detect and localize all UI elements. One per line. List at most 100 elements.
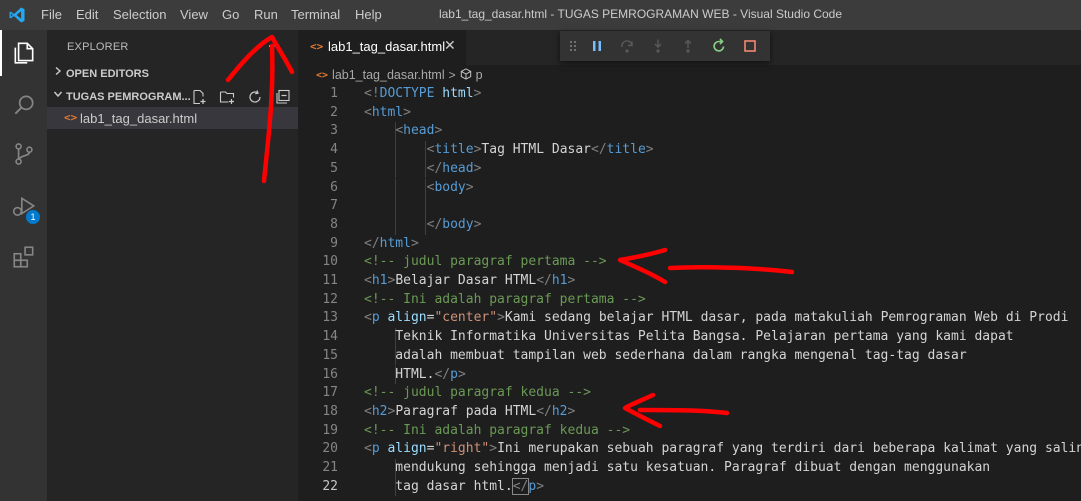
collapse-all-icon[interactable] (272, 87, 294, 107)
code-text: tag dasar html.</p> (364, 477, 545, 495)
code-text: <!DOCTYPE html> (364, 86, 482, 101)
breadcrumb-symbol[interactable]: p (476, 68, 483, 82)
line-number: 8 (330, 216, 338, 232)
line-number: 14 (322, 329, 338, 345)
code-text: <p align="right">Ini merupakan sebuah pa… (364, 441, 1081, 457)
line-number: 7 (330, 198, 338, 214)
debug-toolbar (560, 31, 770, 61)
chevron-down-icon (53, 89, 65, 105)
editor-area: <> lab1_tag_dasar.html ✕ <> lab1_tag_das… (298, 30, 1081, 501)
line-number: 22 (322, 478, 338, 494)
code-line[interactable]: 6 <body> (298, 178, 1081, 198)
line-number: 9 (330, 235, 338, 251)
extensions-icon[interactable] (0, 234, 47, 280)
line-number: 6 (330, 179, 338, 195)
chevron-right-icon (53, 66, 65, 82)
close-icon[interactable]: ✕ (444, 38, 456, 54)
step-into-icon[interactable] (648, 36, 668, 56)
line-number: 18 (322, 403, 338, 419)
code-line[interactable]: 11 <h1>Belajar Dasar HTML</h1> (298, 272, 1081, 291)
code-text: <head> (395, 123, 443, 139)
line-number: 3 (330, 123, 338, 139)
line-number: 12 (322, 291, 338, 307)
workspace-actions (188, 86, 294, 108)
code-line[interactable]: 5 </head> (298, 159, 1081, 179)
code-text: Teknik Informatika Universitas Pelita Ba… (364, 329, 1014, 345)
step-out-icon[interactable] (678, 36, 698, 56)
active-indicator (0, 30, 2, 76)
html-file-icon: <> (310, 40, 324, 53)
code-text: <p align="center">Kami sedang belajar HT… (364, 310, 1069, 326)
search-icon[interactable] (0, 82, 47, 128)
code-line[interactable]: 8 </body> (298, 215, 1081, 235)
code-line[interactable]: 14 Teknik Informatika Universitas Pelita… (298, 328, 1081, 347)
new-folder-icon[interactable] (216, 87, 238, 107)
window-title: lab1_tag_dasar.html - TUGAS PEMROGRAMAN … (438, 7, 843, 21)
code-line[interactable]: 10 <!-- judul paragraf pertama --> (298, 253, 1081, 272)
run-debug-icon[interactable]: 1 (0, 184, 47, 230)
code-text: <body> (426, 179, 474, 195)
indent-guide (395, 197, 396, 216)
explorer-sidebar: EXPLORER ... OPEN EDITORS TUGAS PEMROGRA… (47, 30, 298, 501)
html-file-icon: <> (64, 111, 78, 124)
open-editors-label: OPEN EDITORS (66, 68, 149, 80)
code-line[interactable]: 19 <!-- Ini adalah paragraf kedua --> (298, 422, 1081, 441)
workspace-header[interactable]: TUGAS PEMROGRAM... (47, 86, 298, 108)
code-line[interactable]: 7 (298, 197, 1081, 216)
refresh-icon[interactable] (244, 87, 266, 107)
line-number: 1 (330, 86, 338, 101)
file-name: lab1_tag_dasar.html (80, 111, 198, 126)
debug-badge: 1 (26, 210, 40, 224)
code-line[interactable]: 22 tag dasar html.</p> (298, 477, 1081, 497)
code-line[interactable]: 17 <!-- judul paragraf kedua --> (298, 384, 1081, 403)
symbol-icon (460, 67, 472, 83)
code-text: </head> (426, 160, 482, 176)
source-control-icon[interactable] (0, 131, 47, 177)
code-line[interactable]: 18 <h2>Paragraf pada HTML</h2> (298, 403, 1081, 422)
code-text: </html> (364, 235, 419, 251)
line-number: 4 (330, 142, 338, 158)
more-actions-icon[interactable]: ... (268, 36, 280, 51)
code-text: <!-- Ini adalah paragraf kedua --> (364, 422, 631, 438)
html-file-icon: <> (316, 69, 329, 81)
line-number: 16 (322, 366, 338, 382)
code-text: <html> (364, 104, 411, 120)
code-line[interactable]: 4 <title>Tag HTML Dasar</title> (298, 141, 1081, 160)
line-number: 2 (330, 104, 338, 120)
file-item-lab1[interactable]: <> lab1_tag_dasar.html (47, 107, 298, 129)
breadcrumb-separator: > (448, 68, 456, 82)
line-number: 5 (330, 160, 338, 176)
code-text: <h1>Belajar Dasar HTML</h1> (364, 273, 576, 288)
code-line[interactable]: 13 <p align="center">Kami sedang belajar … (298, 309, 1081, 328)
code-line[interactable]: 21 mendukung sehingga menjadi satu kesat… (298, 459, 1081, 478)
code-text: <!-- Ini adalah paragraf pertama --> (364, 291, 646, 307)
code-line[interactable]: 2 <html> (298, 104, 1081, 123)
code-line[interactable]: 1 <!DOCTYPE html> (298, 85, 1081, 104)
code-line[interactable]: 3 <head> (298, 122, 1081, 142)
line-number: 17 (322, 385, 338, 401)
tab-lab1[interactable]: <> lab1_tag_dasar.html ✕ (298, 30, 466, 65)
tab-label: lab1_tag_dasar.html (328, 39, 446, 54)
stop-icon[interactable] (740, 36, 760, 56)
step-over-icon[interactable] (617, 36, 637, 56)
code-line[interactable]: 9 </html> (298, 235, 1081, 254)
pause-icon[interactable] (587, 36, 607, 56)
line-number: 20 (322, 441, 338, 457)
new-file-icon[interactable] (188, 87, 210, 107)
code-line[interactable]: 15 adalah membuat tampilan web sederhana… (298, 346, 1081, 366)
line-number: 19 (322, 422, 338, 438)
title-bar: File Edit Selection View Go Run Terminal… (0, 0, 1081, 30)
code-line[interactable]: 12 <!-- Ini adalah paragraf pertama --> (298, 291, 1081, 310)
activity-bar: 1 (0, 30, 47, 501)
line-number: 21 (322, 460, 338, 475)
code-line[interactable]: 20 <p align="right">Ini merupakan sebuah … (298, 440, 1081, 459)
line-number: 11 (322, 273, 338, 288)
line-number: 13 (322, 310, 338, 326)
code-line[interactable]: 16 HTML.</p> (298, 365, 1081, 385)
open-editors-header[interactable]: OPEN EDITORS (47, 63, 298, 85)
drag-handle-icon[interactable] (563, 36, 583, 56)
restart-icon[interactable] (709, 36, 729, 56)
code-text: HTML.</p> (364, 366, 466, 382)
breadcrumb-file[interactable]: lab1_tag_dasar.html (332, 68, 445, 82)
explorer-icon[interactable] (0, 30, 47, 76)
